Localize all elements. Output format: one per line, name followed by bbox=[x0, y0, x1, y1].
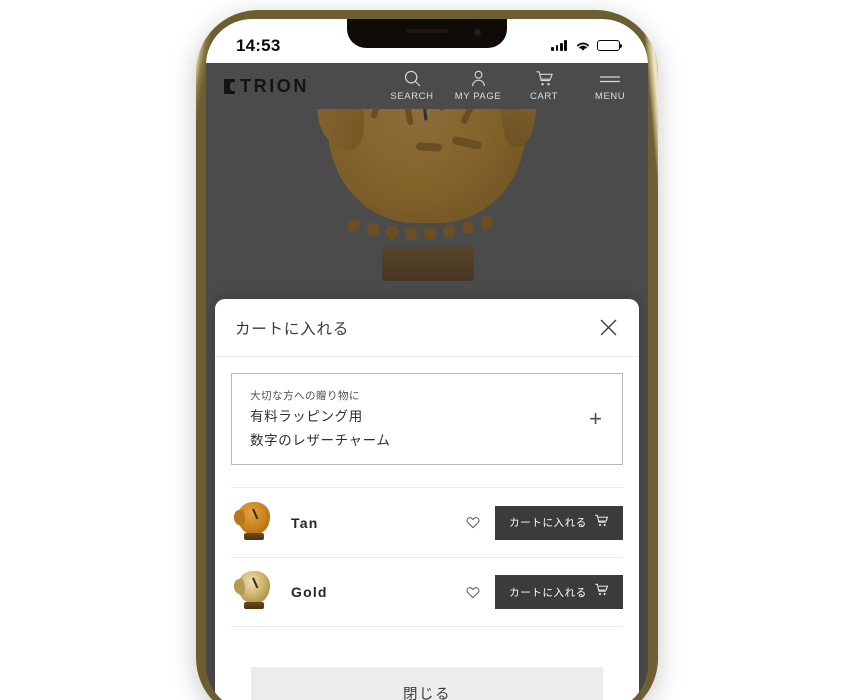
header-nav: SEARCH MY PAGE CART MENU bbox=[386, 69, 636, 102]
sheet-header: カートに入れる bbox=[215, 299, 639, 357]
heart-outline-icon[interactable] bbox=[461, 580, 485, 604]
nav-item-my-page[interactable]: MY PAGE bbox=[452, 69, 504, 102]
status-icons bbox=[551, 31, 623, 52]
add-to-cart-button[interactable]: カートに入れる bbox=[495, 575, 623, 609]
plus-icon[interactable]: + bbox=[589, 408, 606, 430]
site-header: TRION SEARCH MY PAGE CART MENU bbox=[206, 63, 648, 109]
close-icon[interactable] bbox=[595, 315, 621, 341]
nav-label-cart: CART bbox=[529, 91, 559, 102]
brand-name: TRION bbox=[240, 76, 309, 96]
add-to-cart-button[interactable]: カートに入れる bbox=[495, 505, 623, 540]
cart-icon bbox=[594, 582, 609, 602]
gift-wrapping-line2: 数字のレザーチャーム bbox=[250, 432, 391, 448]
product-backdrop bbox=[206, 109, 648, 287]
gift-wrapping-subtitle: 大切な方への贈り物に bbox=[250, 389, 360, 402]
cart-icon bbox=[594, 513, 609, 533]
status-bar: 14:53 bbox=[206, 19, 648, 63]
gift-wrapping-texts: 大切な方への贈り物に 有料ラッピング用 数字のレザーチャーム bbox=[250, 388, 390, 450]
phone-screen: 14:53 TRION SEARCH MY PAGE CART MENU カート… bbox=[206, 19, 648, 700]
phone-device: 14:53 TRION SEARCH MY PAGE CART MENU カート… bbox=[196, 10, 658, 700]
add-to-cart-sheet: カートに入れる 大切な方への贈り物に 有料ラッピング用 数字のレザーチャーム + bbox=[215, 299, 639, 700]
sheet-area: カートに入れる 大切な方への贈り物に 有料ラッピング用 数字のレザーチャーム + bbox=[206, 287, 648, 700]
hamburger-icon bbox=[599, 69, 621, 88]
variant-row[interactable]: Gold カートに入れる bbox=[231, 557, 623, 627]
brand-logo[interactable]: TRION bbox=[224, 76, 309, 97]
nav-item-menu[interactable]: MENU bbox=[584, 69, 636, 102]
gift-wrapping-line1: 有料ラッピング用 bbox=[250, 408, 363, 424]
search-icon bbox=[403, 69, 422, 88]
variant-name: Tan bbox=[291, 514, 319, 531]
cellular-signal-icon bbox=[551, 40, 567, 51]
close-sheet-label: 閉じる bbox=[403, 686, 451, 700]
cart-icon bbox=[535, 69, 554, 88]
heart-outline-icon[interactable] bbox=[461, 511, 485, 535]
wifi-icon bbox=[575, 40, 591, 52]
earpiece-speaker bbox=[406, 29, 448, 33]
close-sheet-button[interactable]: 閉じる bbox=[251, 667, 603, 700]
gift-wrapping-option[interactable]: 大切な方への贈り物に 有料ラッピング用 数字のレザーチャーム + bbox=[231, 373, 623, 465]
nav-item-search[interactable]: SEARCH bbox=[386, 69, 438, 102]
variant-list: Tan カートに入れる Gold カートに入れる bbox=[231, 487, 623, 627]
battery-icon bbox=[597, 39, 623, 52]
status-time: 14:53 bbox=[236, 35, 281, 55]
variant-row[interactable]: Tan カートに入れる bbox=[231, 487, 623, 557]
modal-scrim[interactable] bbox=[206, 109, 648, 287]
variant-thumbnail bbox=[232, 500, 273, 546]
sheet-title: カートに入れる bbox=[235, 320, 350, 338]
variant-name: Gold bbox=[291, 584, 328, 600]
nav-label-menu: MENU bbox=[594, 91, 626, 102]
front-camera bbox=[474, 29, 481, 36]
nav-label-my-page: MY PAGE bbox=[454, 91, 502, 102]
person-icon bbox=[469, 69, 488, 88]
nav-item-cart[interactable]: CART bbox=[518, 69, 570, 102]
nav-label-search: SEARCH bbox=[390, 91, 434, 102]
scene: 14:53 TRION SEARCH MY PAGE CART MENU カート… bbox=[0, 0, 850, 700]
device-notch bbox=[347, 19, 507, 48]
add-to-cart-label: カートに入れる bbox=[509, 517, 587, 529]
add-to-cart-label: カートに入れる bbox=[509, 586, 587, 599]
brand-mark-icon bbox=[224, 79, 235, 94]
variant-thumbnail bbox=[232, 569, 273, 615]
